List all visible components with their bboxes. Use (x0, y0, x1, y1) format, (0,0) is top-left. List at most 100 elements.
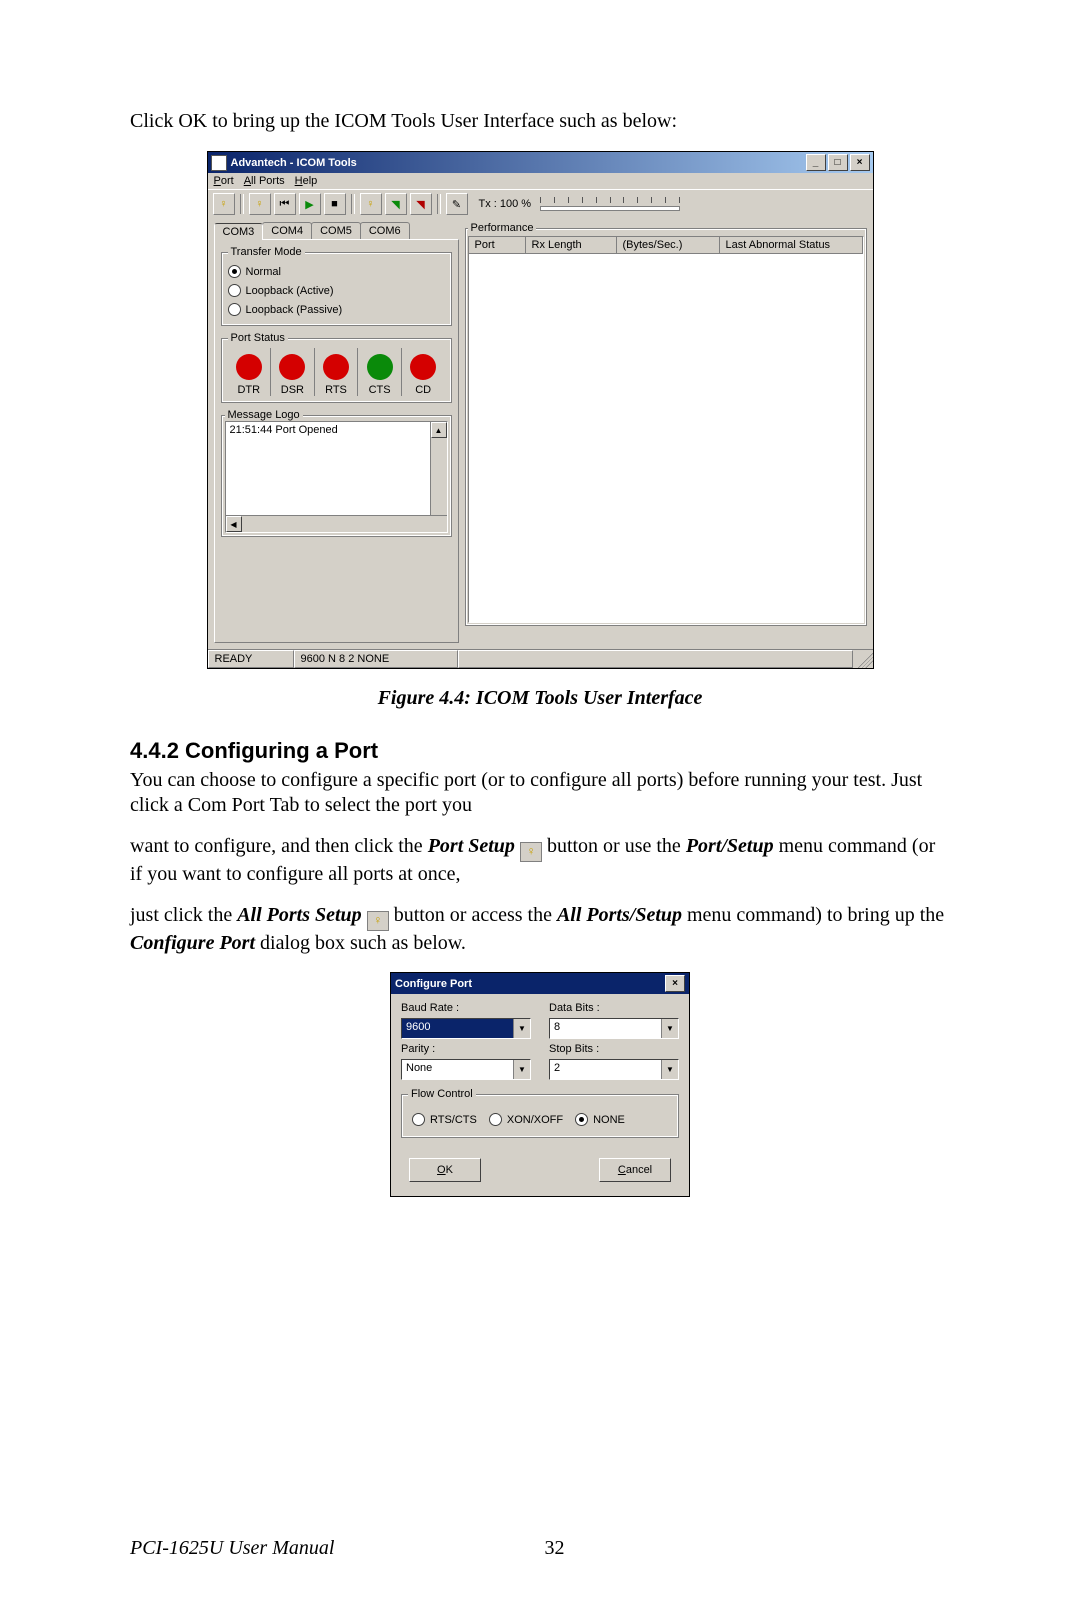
parity-value: None (402, 1060, 513, 1079)
dropdown-icon[interactable]: ▼ (513, 1019, 530, 1038)
stop-bits-label: Stop Bits : (549, 1043, 679, 1055)
app-icon (211, 155, 227, 171)
flow-control-group: Flow Control RTS/CTS XON/XOFF NONE (401, 1088, 679, 1138)
data-bits-value: 8 (550, 1019, 661, 1038)
stop-bits-value: 2 (550, 1060, 661, 1079)
dialog-titlebar: Configure Port × (391, 973, 689, 994)
intro-text: Click OK to bring up the ICOM Tools User… (130, 110, 950, 133)
figure-caption: Figure 4.4: ICOM Tools User Interface (130, 687, 950, 710)
led-dsr-label: DSR (271, 384, 314, 396)
titlebar: Advantech - ICOM Tools _ □ × (208, 152, 873, 173)
led-rts (323, 354, 349, 380)
led-dtr-label: DTR (228, 384, 271, 396)
message-log: 21:51:44 Port Opened ▲ ◀▶ (225, 421, 448, 533)
radio-normal-label: Normal (246, 266, 281, 278)
tool-icon-2[interactable]: ◥ (385, 193, 407, 215)
paragraph-2: want to configure, and then click the Po… (130, 834, 950, 887)
radio-loopback-passive[interactable] (228, 303, 241, 316)
dialog-title: Configure Port (395, 978, 472, 990)
all-ports-setup-icon[interactable]: ♀ (249, 193, 271, 215)
transfer-mode-legend: Transfer Mode (228, 246, 305, 258)
seek-prev-icon[interactable]: ⏮ (274, 193, 296, 215)
perf-col-rxlen[interactable]: Rx Length (526, 237, 617, 253)
footer-manual: PCI-1625U User Manual (130, 1537, 334, 1560)
flow-control-legend: Flow Control (408, 1088, 476, 1100)
all-ports-setup-inline-icon: ♀ (367, 911, 389, 931)
radio-none[interactable] (575, 1113, 588, 1126)
maximize-button[interactable]: □ (828, 154, 848, 171)
radio-normal[interactable] (228, 265, 241, 278)
configure-port-dialog: Configure Port × Baud Rate : 9600 ▼ Data… (390, 972, 690, 1197)
radio-rtscts-label: RTS/CTS (430, 1114, 477, 1126)
perf-col-status[interactable]: Last Abnormal Status (720, 237, 863, 253)
tab-com6[interactable]: COM6 (360, 222, 410, 239)
dropdown-icon[interactable]: ▼ (661, 1060, 678, 1079)
parity-select[interactable]: None ▼ (401, 1059, 531, 1080)
port-setup-inline-icon: ♀ (520, 842, 542, 862)
radio-rtscts[interactable] (412, 1113, 425, 1126)
cancel-button[interactable]: Cancel (599, 1158, 671, 1182)
scrollbar-horizontal[interactable]: ◀▶ (226, 515, 447, 532)
port-setup-icon[interactable]: ♀ (213, 193, 235, 215)
message-log-group: Message Logo 21:51:44 Port Opened ▲ ◀▶ (221, 409, 452, 537)
performance-legend: Performance (468, 222, 537, 234)
led-rts-label: RTS (315, 384, 358, 396)
radio-loopback-active-label: Loopback (Active) (246, 285, 334, 297)
radio-xonxoff[interactable] (489, 1113, 502, 1126)
menu-port[interactable]: Port (214, 175, 234, 187)
menu-allports[interactable]: All Ports (244, 175, 285, 187)
message-log-legend: Message Logo (225, 409, 303, 421)
port-tabs: COM3 COM4 COM5 COM6 (214, 222, 459, 239)
data-bits-select[interactable]: 8 ▼ (549, 1018, 679, 1039)
dialog-close-button[interactable]: × (665, 975, 685, 992)
performance-list: Port Rx Length (Bytes/Sec.) Last Abnorma… (468, 236, 864, 623)
icom-window: Advantech - ICOM Tools _ □ × Port All Po… (207, 151, 874, 669)
radio-loopback-passive-label: Loopback (Passive) (246, 304, 343, 316)
baud-rate-value: 9600 (402, 1019, 513, 1038)
tab-com4[interactable]: COM4 (262, 222, 312, 239)
tool-icon-1[interactable]: ♀ (360, 193, 382, 215)
baud-rate-select[interactable]: 9600 ▼ (401, 1018, 531, 1039)
paragraph-1: You can choose to configure a specific p… (130, 768, 950, 818)
led-cts-label: CTS (358, 384, 401, 396)
minimize-button[interactable]: _ (806, 154, 826, 171)
toolbar: ♀ ♀ ⏮ ▶ ■ ♀ ◥ ◥ ✎ Tx : 100 % (208, 189, 873, 218)
led-cts (367, 354, 393, 380)
transfer-mode-group: Transfer Mode Normal Loopback (Active) L… (221, 246, 452, 326)
tool-icon-3[interactable]: ◥ (410, 193, 432, 215)
window-title: Advantech - ICOM Tools (231, 157, 357, 169)
footer-page-number: 32 (544, 1537, 564, 1560)
port-status-legend: Port Status (228, 332, 288, 344)
stop-bits-select[interactable]: 2 ▼ (549, 1059, 679, 1080)
parity-label: Parity : (401, 1043, 531, 1055)
led-cd-label: CD (402, 384, 445, 396)
menu-help[interactable]: Help (295, 175, 318, 187)
perf-col-port[interactable]: Port (469, 237, 526, 253)
section-heading: 4.4.2 Configuring a Port (130, 738, 950, 764)
paragraph-3: just click the All Ports Setup ♀ button … (130, 903, 950, 956)
radio-xonxoff-label: XON/XOFF (507, 1114, 563, 1126)
scrollbar-vertical[interactable]: ▲ (430, 422, 447, 516)
tab-com5[interactable]: COM5 (311, 222, 361, 239)
dropdown-icon[interactable]: ▼ (661, 1019, 678, 1038)
play-icon[interactable]: ▶ (299, 193, 321, 215)
menubar: Port All Ports Help (208, 173, 873, 189)
message-log-line: 21:51:44 Port Opened (226, 422, 447, 438)
clear-icon[interactable]: ✎ (446, 193, 468, 215)
close-button[interactable]: × (850, 154, 870, 171)
led-cd (410, 354, 436, 380)
tx-label: Tx : 100 % (479, 198, 532, 210)
radio-loopback-active[interactable] (228, 284, 241, 297)
resize-grip-icon[interactable] (853, 650, 873, 668)
status-empty (458, 650, 853, 668)
tab-com3[interactable]: COM3 (214, 223, 264, 240)
perf-col-bps[interactable]: (Bytes/Sec.) (617, 237, 720, 253)
dropdown-icon[interactable]: ▼ (513, 1060, 530, 1079)
status-ready: READY (208, 650, 294, 668)
tx-slider[interactable] (540, 197, 680, 211)
baud-rate-label: Baud Rate : (401, 1002, 531, 1014)
port-status-group: Port Status DTR DSR RTS CTS CD (221, 332, 452, 403)
stop-icon[interactable]: ■ (324, 193, 346, 215)
radio-none-label: NONE (593, 1114, 625, 1126)
ok-button[interactable]: OK (409, 1158, 481, 1182)
